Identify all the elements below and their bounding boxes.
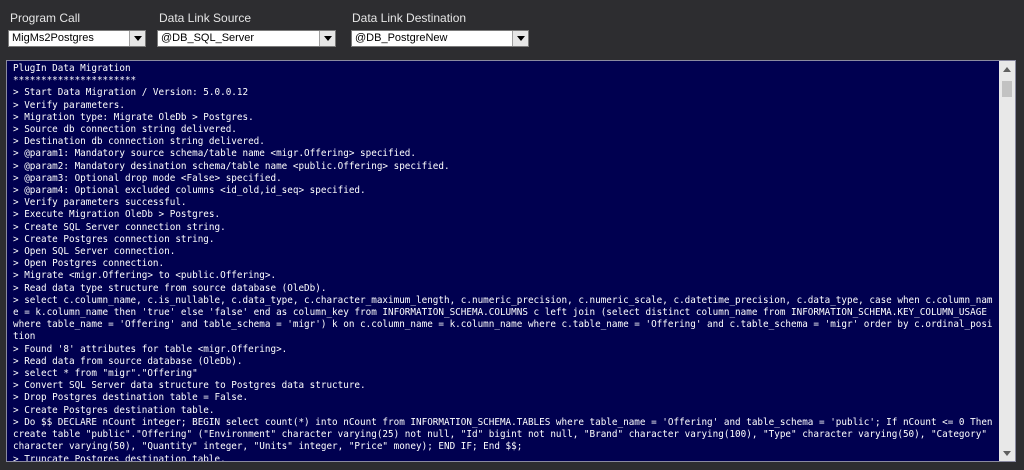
program-call-select[interactable]: MigMs2Postgres xyxy=(8,30,146,47)
log-line: > Create SQL Server connection string. xyxy=(13,221,226,233)
data-link-source-value: @DB_SQL_Server xyxy=(161,32,255,44)
log-line: > Destination db connection string deliv… xyxy=(13,136,265,148)
data-link-destination-label: Data Link Destination xyxy=(352,11,467,25)
log-line: > Open Postgres connection. xyxy=(13,258,165,270)
migration-log-console[interactable]: PlugIn Data Migration *******************… xyxy=(6,60,1016,462)
vertical-scrollbar[interactable] xyxy=(999,61,1015,461)
log-lines: PlugIn Data Migration *******************… xyxy=(13,63,999,462)
log-line: > Create Postgres connection string. xyxy=(13,233,215,245)
log-line: ********************** xyxy=(13,75,137,87)
program-call-field: Program Call MigMs2Postgres xyxy=(8,10,146,47)
log-line: > Migrate <migr.Offering> to <public.Off… xyxy=(13,270,277,282)
scroll-down-button[interactable] xyxy=(999,445,1015,461)
data-link-destination-dropdown-button[interactable] xyxy=(512,31,528,46)
log-line: PlugIn Data Migration xyxy=(13,63,131,74)
log-line: > Found '8' attributes for table <migr.O… xyxy=(13,343,288,355)
log-line: > @param2: Mandatory desination schema/t… xyxy=(13,160,450,172)
data-link-source-dropdown-button[interactable] xyxy=(319,31,335,46)
log-line: > Migration type: Migrate OleDb > Postgr… xyxy=(13,111,254,123)
log-line: > select * from "migr"."Offering" xyxy=(13,368,198,380)
data-link-source-select[interactable]: @DB_SQL_Server xyxy=(157,30,336,47)
log-line: > Start Data Migration / Version: 5.0.0.… xyxy=(13,87,249,99)
log-line: > Verify parameters. xyxy=(13,99,125,111)
log-line: > Execute Migration OleDb > Postgres. xyxy=(13,209,221,221)
log-line: > @param1: Mandatory source schema/table… xyxy=(13,148,416,160)
program-call-value: MigMs2Postgres xyxy=(12,32,94,44)
chevron-down-icon xyxy=(133,36,142,41)
log-line: > Truncate Postgres destination table. xyxy=(13,453,226,462)
log-line: > Read data from source database (OleDb)… xyxy=(13,355,243,367)
log-line: > @param4: Optional excluded columns <id… xyxy=(13,185,366,197)
scrollbar-thumb[interactable] xyxy=(1002,81,1012,97)
log-line: > select c.column_name, c.is_nullable, c… xyxy=(13,294,993,343)
log-line: > Verify parameters successful. xyxy=(13,197,187,209)
data-link-source-field: Data Link Source @DB_SQL_Server xyxy=(157,10,336,47)
log-line: > @param3: Optional drop mode <False> sp… xyxy=(13,172,282,184)
log-line: > Do $$ DECLARE nCount integer; BEGIN se… xyxy=(13,416,999,453)
program-call-label: Program Call xyxy=(10,11,81,25)
toolbar: Program Call MigMs2Postgres Data Link So… xyxy=(0,0,1024,56)
program-call-dropdown-button[interactable] xyxy=(129,31,145,46)
scroll-up-button[interactable] xyxy=(999,61,1015,77)
log-line: > Open SQL Server connection. xyxy=(13,246,176,258)
data-link-destination-select[interactable]: @DB_PostgreNew xyxy=(351,30,529,47)
chevron-up-icon xyxy=(1003,66,1011,72)
chevron-down-icon xyxy=(323,36,332,41)
log-line: > Convert SQL Server data structure to P… xyxy=(13,380,366,392)
log-line: > Create Postgres destination table. xyxy=(13,404,215,416)
data-link-destination-value: @DB_PostgreNew xyxy=(355,32,448,44)
log-line: > Read data type structure from source d… xyxy=(13,282,327,294)
data-link-destination-field: Data Link Destination @DB_PostgreNew xyxy=(351,10,529,47)
log-line: > Drop Postgres destination table = Fals… xyxy=(13,392,249,404)
chevron-down-icon xyxy=(516,36,525,41)
log-line: > Source db connection string delivered. xyxy=(13,124,237,136)
data-link-source-label: Data Link Source xyxy=(159,11,252,25)
chevron-down-icon xyxy=(1003,450,1011,456)
